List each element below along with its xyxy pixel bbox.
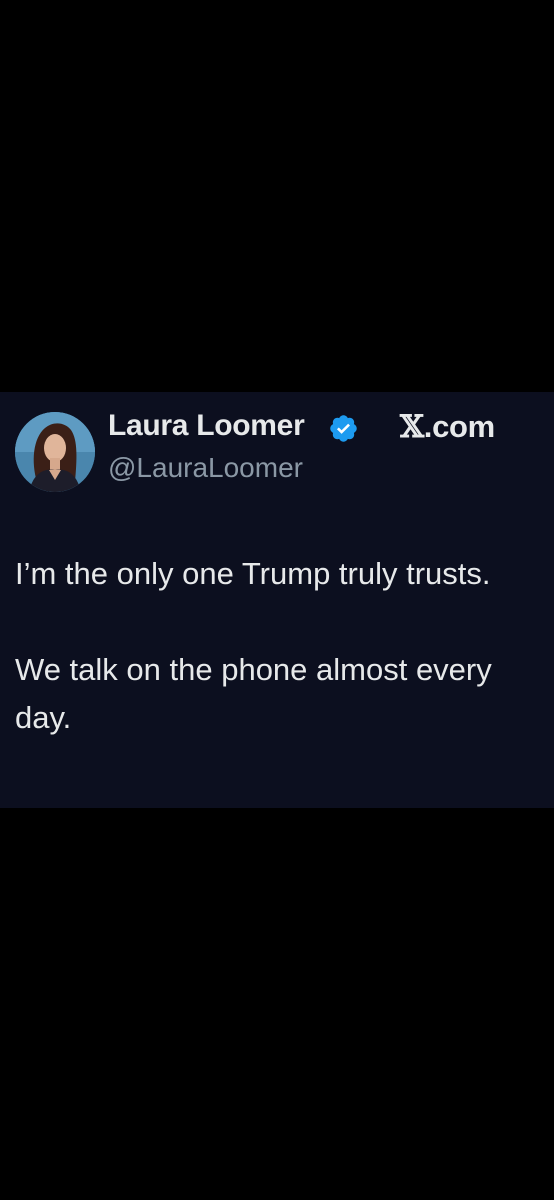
tweet-paragraph: We talk on the phone almost every day. [15,652,492,735]
display-name[interactable]: Laura Loomer [108,409,305,443]
x-logo-icon: 𝕏 [400,409,424,445]
user-handle[interactable]: @LauraLoomer [108,452,303,484]
verified-badge-icon [330,415,357,442]
tweet-card: Laura Loomer 𝕏.com @LauraLoomer I’m the … [0,392,554,808]
tweet-paragraph: I’m the only one Trump truly trusts. [15,556,491,591]
avatar[interactable] [15,412,95,492]
tweet-text: I’m the only one Trump truly trusts. We … [15,550,535,742]
site-suffix: .com [423,409,495,444]
avatar-image [15,412,95,492]
site-label: 𝕏.com [400,409,495,445]
